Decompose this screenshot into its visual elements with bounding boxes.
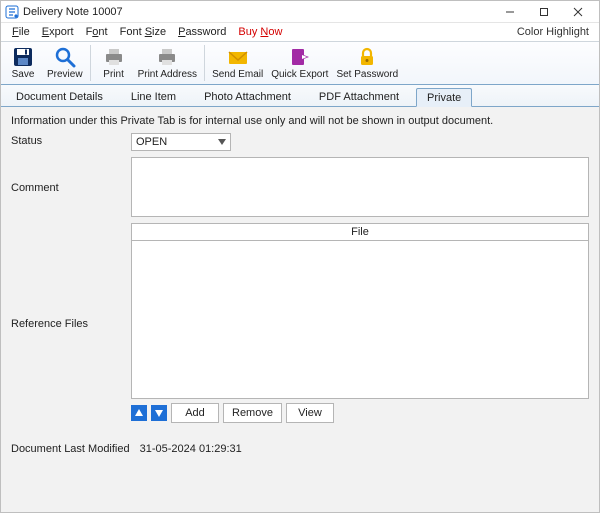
print-address-icon bbox=[156, 46, 178, 68]
tab-body-private: Information under this Private Tab is fo… bbox=[1, 107, 599, 512]
toolbar-save-label: Save bbox=[12, 69, 35, 80]
chevron-down-icon bbox=[218, 136, 226, 148]
reference-files-label: Reference Files bbox=[11, 316, 131, 330]
status-select[interactable]: OPEN bbox=[131, 133, 231, 151]
print-icon bbox=[103, 46, 125, 68]
menubar: File Export Font Font Size Password Buy … bbox=[1, 23, 599, 41]
toolbar-set-password-label: Set Password bbox=[336, 69, 398, 80]
toolbar-print-address-label: Print Address bbox=[138, 69, 197, 80]
color-highlight-link[interactable]: Color Highlight bbox=[517, 26, 593, 38]
tab-document-details[interactable]: Document Details bbox=[5, 87, 114, 106]
window-root: Delivery Note 10007 File Export Font Fon… bbox=[0, 0, 600, 513]
menu-buy-now[interactable]: Buy Now bbox=[233, 25, 287, 39]
tabs-row: Document Details Line Item Photo Attachm… bbox=[1, 85, 599, 107]
tab-photo-attachment[interactable]: Photo Attachment bbox=[193, 87, 302, 106]
toolbar-send-email[interactable]: Send Email bbox=[208, 43, 267, 83]
files-column-header[interactable]: File bbox=[131, 223, 589, 241]
lock-icon bbox=[356, 46, 378, 68]
toolbar-preview[interactable]: Preview bbox=[43, 43, 87, 83]
toolbar-preview-label: Preview bbox=[47, 69, 83, 80]
move-up-button[interactable] bbox=[131, 405, 147, 421]
toolbar-print-label: Print bbox=[103, 69, 124, 80]
toolbar-quick-export-label: Quick Export bbox=[271, 69, 328, 80]
private-info-text: Information under this Private Tab is fo… bbox=[11, 115, 589, 127]
tab-line-item[interactable]: Line Item bbox=[120, 87, 187, 106]
window-title: Delivery Note 10007 bbox=[23, 6, 123, 18]
add-button[interactable]: Add bbox=[171, 403, 219, 423]
comment-textarea[interactable] bbox=[131, 157, 589, 217]
toolbar-send-email-label: Send Email bbox=[212, 69, 263, 80]
toolbar-save[interactable]: Save bbox=[3, 43, 43, 83]
quick-export-icon bbox=[289, 46, 311, 68]
email-icon bbox=[227, 46, 249, 68]
toolbar-print-address[interactable]: Print Address bbox=[134, 43, 201, 83]
status-label: Status bbox=[11, 133, 131, 147]
toolbar-set-password[interactable]: Set Password bbox=[332, 43, 402, 83]
toolbar-print[interactable]: Print bbox=[94, 43, 134, 83]
toolbar-quick-export[interactable]: Quick Export bbox=[267, 43, 332, 83]
menu-export[interactable]: Export bbox=[37, 25, 79, 39]
tab-pdf-attachment[interactable]: PDF Attachment bbox=[308, 87, 410, 106]
minimize-button[interactable] bbox=[493, 2, 527, 22]
view-button[interactable]: View bbox=[286, 403, 334, 423]
menu-font[interactable]: Font bbox=[81, 25, 113, 39]
last-modified-value: 31-05-2024 01:29:31 bbox=[140, 443, 242, 455]
status-value: OPEN bbox=[136, 136, 167, 148]
maximize-button[interactable] bbox=[527, 2, 561, 22]
files-list[interactable] bbox=[131, 241, 589, 399]
menu-password[interactable]: Password bbox=[173, 25, 231, 39]
last-modified-label: Document Last Modified bbox=[11, 443, 130, 455]
menu-font-size[interactable]: Font Size bbox=[115, 25, 171, 39]
remove-button[interactable]: Remove bbox=[223, 403, 282, 423]
save-icon bbox=[12, 46, 34, 68]
comment-label: Comment bbox=[11, 180, 131, 194]
toolbar: Save Preview Print Print Address S bbox=[1, 41, 599, 85]
menu-file[interactable]: File bbox=[7, 25, 35, 39]
preview-icon bbox=[54, 46, 76, 68]
tab-private[interactable]: Private bbox=[416, 88, 472, 107]
close-button[interactable] bbox=[561, 2, 595, 22]
titlebar: Delivery Note 10007 bbox=[1, 1, 599, 23]
move-down-button[interactable] bbox=[151, 405, 167, 421]
app-icon bbox=[5, 5, 19, 19]
